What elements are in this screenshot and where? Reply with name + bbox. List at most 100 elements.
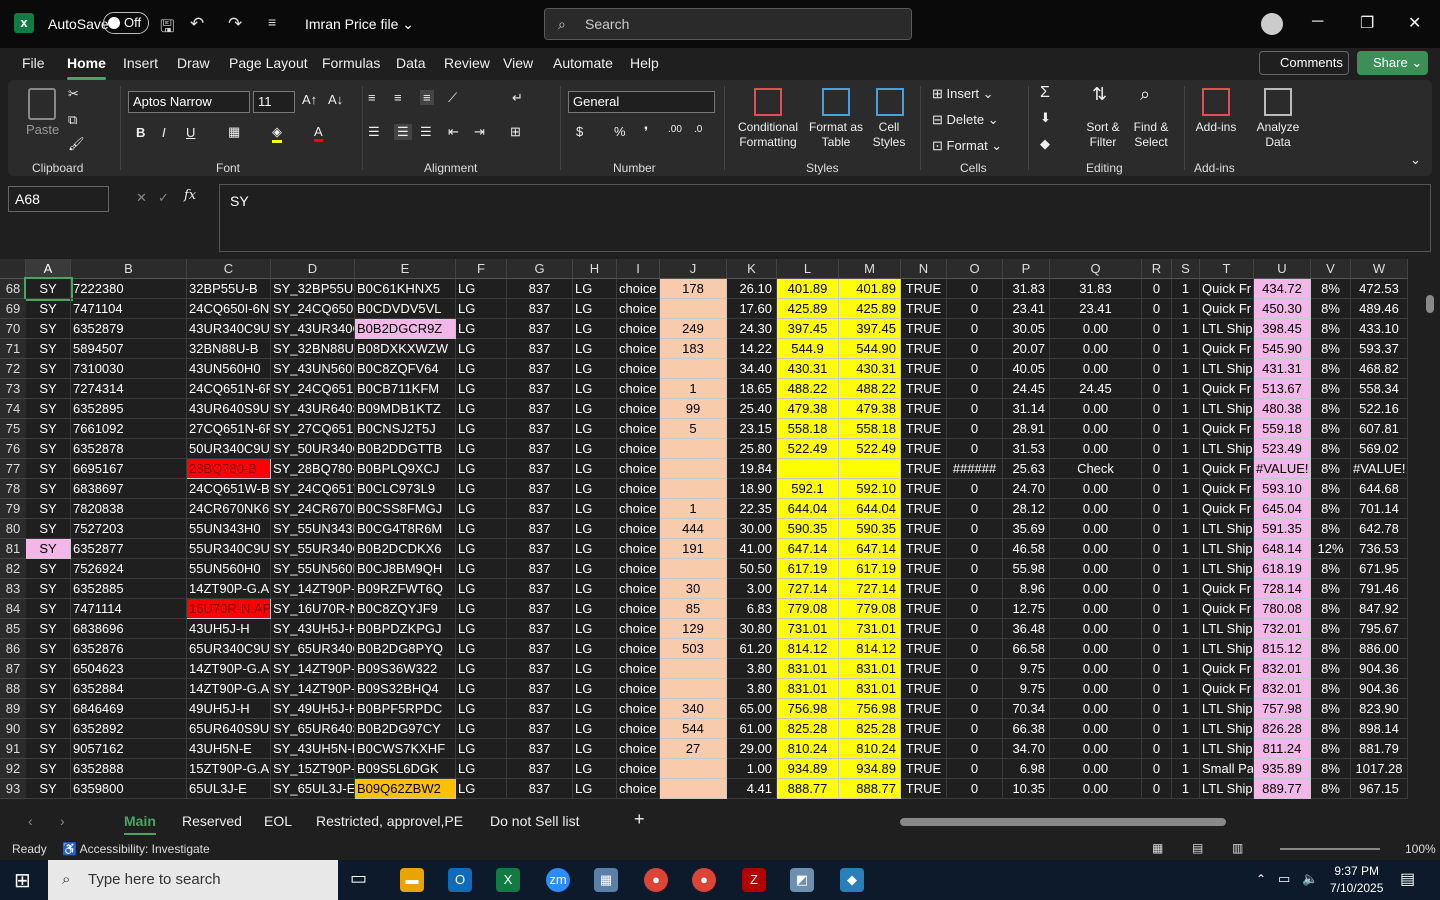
cell-h90[interactable]: LG [573, 719, 617, 739]
cell-h89[interactable]: LG [573, 699, 617, 719]
cell-m69[interactable]: 425.89 [839, 299, 901, 319]
cell-e75[interactable]: B0CNSJ2T5J [355, 419, 456, 439]
horizontal-scroll-thumb[interactable] [900, 818, 1226, 826]
redo-icon[interactable]: ↷ [228, 14, 242, 34]
cell-g69[interactable]: 837 [507, 299, 573, 319]
cell-g81[interactable]: 837 [507, 539, 573, 559]
cell-w76[interactable]: 569.02 [1351, 439, 1408, 459]
cell-s83[interactable]: 1 [1172, 579, 1200, 599]
cell-e78[interactable]: B0CLC973L9 [355, 479, 456, 499]
cell-g93[interactable]: 837 [507, 779, 573, 799]
cell-a81[interactable]: SY [26, 539, 71, 559]
cell-g68[interactable]: 837 [507, 279, 573, 299]
cell-s93[interactable]: 1 [1172, 779, 1200, 799]
cell-i69[interactable]: choice [617, 299, 660, 319]
cell-f88[interactable]: LG [456, 679, 507, 699]
cell-e72[interactable]: B0C8ZQFV64 [355, 359, 456, 379]
row-header[interactable]: 84 [0, 599, 26, 619]
cell-q93[interactable]: 0.00 [1050, 779, 1142, 799]
cell-f69[interactable]: LG [456, 299, 507, 319]
cell-b78[interactable]: 6838697 [71, 479, 187, 499]
tab-do-not-sell[interactable]: Do not Sell list [490, 813, 579, 829]
minimize-icon[interactable]: ─ [1312, 13, 1323, 31]
cell-m93[interactable]: 888.77 [839, 779, 901, 799]
cell-j71[interactable]: 183 [660, 339, 727, 359]
cell-p82[interactable]: 55.98 [1003, 559, 1050, 579]
cell-g73[interactable]: 837 [507, 379, 573, 399]
cell-f82[interactable]: LG [456, 559, 507, 579]
cell-q89[interactable]: 0.00 [1050, 699, 1142, 719]
cell-l72[interactable]: 430.31 [777, 359, 839, 379]
cell-g75[interactable]: 837 [507, 419, 573, 439]
row-header[interactable]: 86 [0, 639, 26, 659]
cell-p75[interactable]: 28.91 [1003, 419, 1050, 439]
cell-v69[interactable]: 8% [1311, 299, 1351, 319]
cell-g84[interactable]: 837 [507, 599, 573, 619]
cell-u81[interactable]: 648.14 [1254, 539, 1311, 559]
cell-n72[interactable]: TRUE [901, 359, 947, 379]
find-select-button[interactable]: Find & Select [1126, 120, 1176, 150]
cell-r93[interactable]: 0 [1142, 779, 1172, 799]
cell-j69[interactable] [660, 299, 727, 319]
cell-w68[interactable]: 472.53 [1351, 279, 1408, 299]
cell-t86[interactable]: LTL Ship [1200, 639, 1254, 659]
cell-m89[interactable]: 756.98 [839, 699, 901, 719]
cell-t77[interactable]: Quick Fr [1200, 459, 1254, 479]
cell-d70[interactable]: SY_43UR340C [271, 319, 355, 339]
cell-s72[interactable]: 1 [1172, 359, 1200, 379]
cell-o81[interactable]: 0 [947, 539, 1003, 559]
cell-w84[interactable]: 847.92 [1351, 599, 1408, 619]
cell-a93[interactable]: SY [26, 779, 71, 799]
cell-g83[interactable]: 837 [507, 579, 573, 599]
cell-k79[interactable]: 22.35 [727, 499, 777, 519]
cell-b72[interactable]: 7310030 [71, 359, 187, 379]
cell-e80[interactable]: B0CG4T8R6M [355, 519, 456, 539]
notifications-icon[interactable]: ▤ [1400, 869, 1415, 889]
cell-w81[interactable]: 736.53 [1351, 539, 1408, 559]
cell-l78[interactable]: 592.1 [777, 479, 839, 499]
cell-m68[interactable]: 401.89 [839, 279, 901, 299]
cell-t71[interactable]: Quick Fr [1200, 339, 1254, 359]
wrap-text-icon[interactable]: ↵ [512, 90, 523, 106]
row-header[interactable]: 73 [0, 379, 26, 399]
cell-a76[interactable]: SY [26, 439, 71, 459]
cell-i93[interactable]: choice [617, 779, 660, 799]
cell-u86[interactable]: 815.12 [1254, 639, 1311, 659]
cell-k86[interactable]: 61.20 [727, 639, 777, 659]
cell-e91[interactable]: B0CWS7KXHF [355, 739, 456, 759]
ribbon-collapse-icon[interactable]: ⌄ [1410, 152, 1421, 168]
clear-icon[interactable]: ◆ [1040, 136, 1050, 152]
row-header[interactable]: 80 [0, 519, 26, 539]
cell-b85[interactable]: 6838696 [71, 619, 187, 639]
cell-h86[interactable]: LG [573, 639, 617, 659]
cell-d88[interactable]: SY_14ZT90P-G [271, 679, 355, 699]
cell-m76[interactable]: 522.49 [839, 439, 901, 459]
row-header[interactable]: 93 [0, 779, 26, 799]
cell-styles-button[interactable]: Cell Styles [864, 120, 914, 150]
vertical-scroll-thumb[interactable] [1426, 295, 1434, 313]
cell-e77[interactable]: B0BPLQ9XCJ [355, 459, 456, 479]
cell-d75[interactable]: SY_27CQ651N [271, 419, 355, 439]
cell-m71[interactable]: 544.90 [839, 339, 901, 359]
cell-e79[interactable]: B0CSS8FMGJ [355, 499, 456, 519]
cell-i75[interactable]: choice [617, 419, 660, 439]
cell-f87[interactable]: LG [456, 659, 507, 679]
cell-s90[interactable]: 1 [1172, 719, 1200, 739]
column-header-k[interactable]: K [727, 259, 777, 279]
save-icon[interactable]: 🖫 [160, 14, 174, 43]
cell-n83[interactable]: TRUE [901, 579, 947, 599]
conditional-formatting-button[interactable]: Conditional Formatting [728, 120, 808, 150]
clock[interactable]: 9:37 PM 7/10/2025 [1330, 863, 1383, 897]
tab-next-icon[interactable]: › [60, 813, 65, 829]
fill-color-icon[interactable]: ◈ [272, 124, 282, 143]
cell-q77[interactable]: Check [1050, 459, 1142, 479]
zoom-slider[interactable] [1280, 848, 1380, 850]
cell-l71[interactable]: 544.9 [777, 339, 839, 359]
cell-k76[interactable]: 25.80 [727, 439, 777, 459]
cell-o87[interactable]: 0 [947, 659, 1003, 679]
cell-k84[interactable]: 6.83 [727, 599, 777, 619]
delete-cells-button[interactable]: ⊟ Delete ⌄ [932, 112, 999, 128]
cell-h93[interactable]: LG [573, 779, 617, 799]
cell-i73[interactable]: choice [617, 379, 660, 399]
cell-b82[interactable]: 7526924 [71, 559, 187, 579]
